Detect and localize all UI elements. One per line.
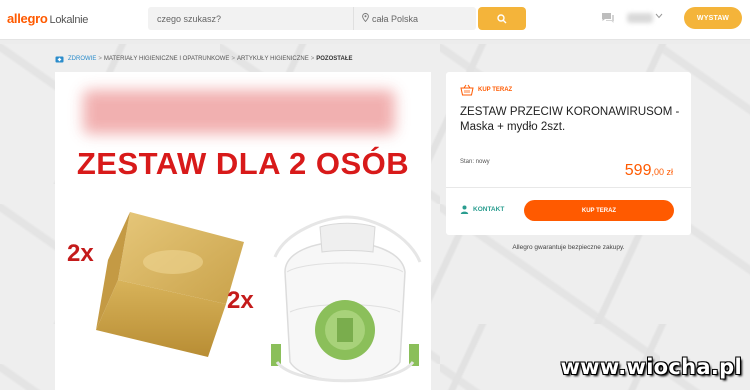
- price-decimal: ,00 zł: [651, 167, 673, 177]
- logo-text: allegro: [7, 11, 48, 26]
- breadcrumb-item-pozostale: POZOSTAŁE: [316, 56, 353, 62]
- watermark: www.wiocha.pl: [560, 355, 742, 379]
- mask-quantity: 2x: [227, 287, 254, 314]
- condition-label: Stan: nowy: [460, 159, 490, 165]
- breadcrumb-item-materialy[interactable]: MATERIAŁY HIGIENICZNE I OPATRUNKOWE: [104, 56, 230, 62]
- price-integer: 599: [624, 162, 652, 179]
- offer-title: ZESTAW PRZECIW KORONAWIRUSOM - Maska + m…: [460, 106, 680, 133]
- breadcrumb-item-artykuly[interactable]: ARTYKUŁY HIGIENICZNE: [237, 56, 309, 62]
- location-field[interactable]: cała Polska: [354, 7, 476, 30]
- search-input[interactable]: czego szukasz?: [148, 7, 354, 30]
- breadcrumb: ZDROWIE > MATERIAŁY HIGIENICZNE I OPATRU…: [55, 55, 353, 63]
- chat-icon[interactable]: [601, 12, 615, 24]
- image-headline: ZESTAW DLA 2 OSÓB: [76, 146, 410, 181]
- category-icon: [55, 56, 64, 63]
- offer-card: KUP TERAZ ZESTAW PRZECIW KORONAWIRUSOM -…: [446, 72, 691, 235]
- top-header: allegro Lokalnie czego szukasz? cała Pols…: [0, 0, 750, 40]
- breadcrumb-separator: >: [231, 56, 235, 62]
- guarantee-text: Allegro gwarantuje bezpieczne zakupy.: [512, 244, 625, 251]
- contact-label: KONTAKT: [473, 206, 505, 213]
- face-mask-image: [271, 215, 422, 383]
- card-divider: [446, 187, 691, 188]
- breadcrumb-separator: >: [310, 56, 315, 62]
- buy-now-badge: KUP TERAZ: [460, 84, 512, 96]
- product-image[interactable]: ZESTAW DLA 2 OSÓB 2x 2x: [55, 72, 431, 390]
- search-button[interactable]: [478, 7, 526, 30]
- breadcrumb-separator: >: [98, 56, 102, 62]
- breadcrumb-item-zdrowie[interactable]: ZDROWIE: [68, 56, 96, 62]
- chevron-down-icon[interactable]: [655, 11, 663, 21]
- post-listing-button[interactable]: WYSTAW: [684, 7, 742, 29]
- logo-sub: Lokalnie: [49, 14, 89, 26]
- user-name-blurred[interactable]: [627, 13, 653, 23]
- location-value: cała Polska: [372, 13, 419, 24]
- soap-bar-image: [96, 212, 244, 357]
- contact-button[interactable]: KONTAKT: [460, 205, 504, 214]
- search-bar: czego szukasz? cała Polska: [148, 7, 476, 30]
- logo[interactable]: allegro Lokalnie: [7, 11, 88, 26]
- soap-quantity: 2x: [67, 240, 94, 267]
- buy-now-button[interactable]: KUP TERAZ: [524, 200, 674, 221]
- offer-price: 599,00 zł: [625, 162, 673, 180]
- blurred-banner: [83, 90, 395, 134]
- location-pin-icon: [362, 13, 369, 24]
- person-icon: [460, 205, 469, 214]
- basket-icon: [460, 84, 474, 96]
- search-icon: [497, 13, 507, 23]
- buy-now-badge-label: KUP TERAZ: [478, 87, 513, 93]
